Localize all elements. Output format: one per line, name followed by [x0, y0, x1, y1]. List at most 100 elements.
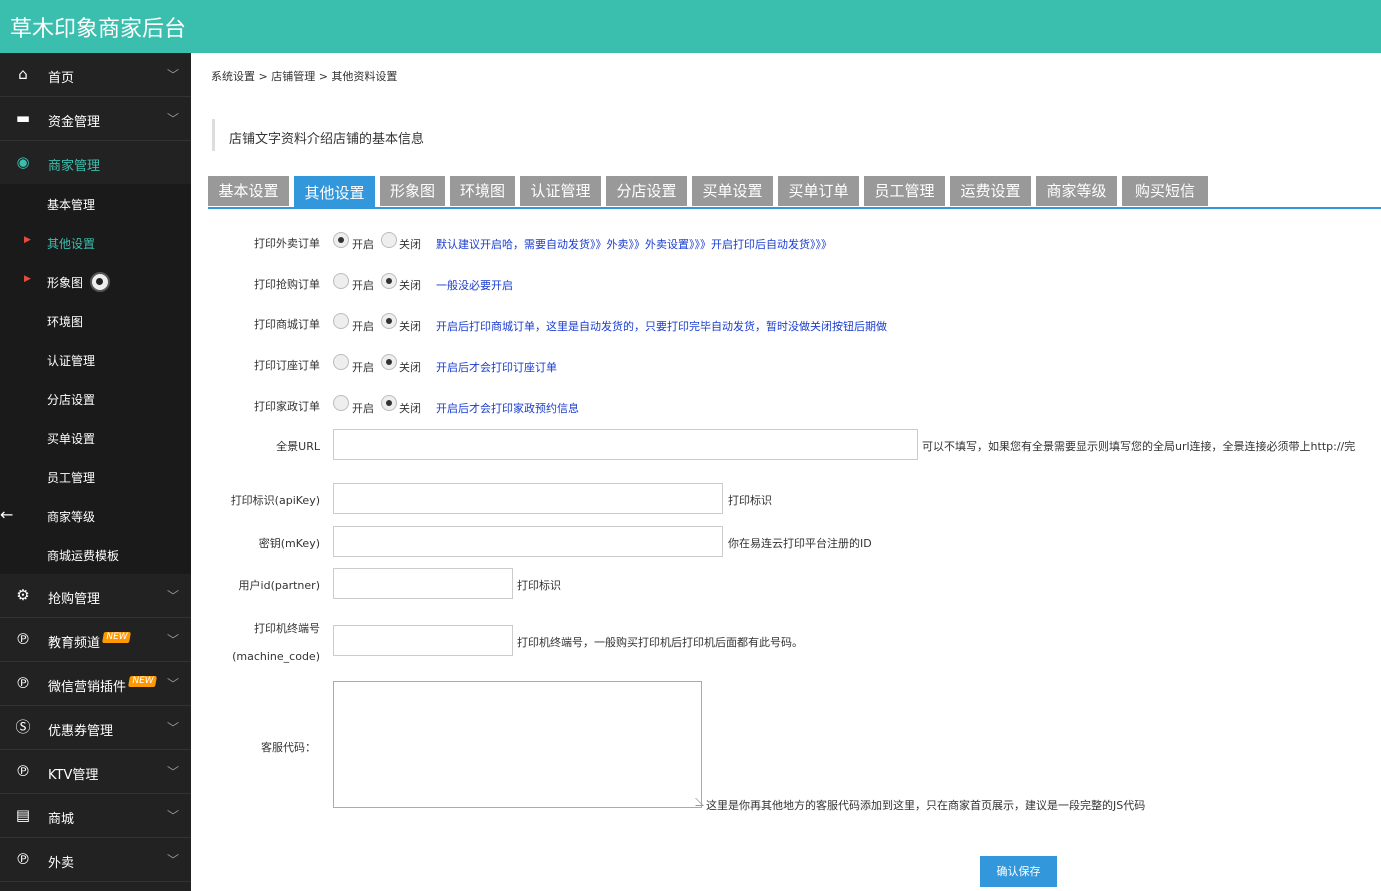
- hint-mall: 开启后打印商城订单，这里是自动发货的，只要打印完毕自动发货，暂时没做关闭按钮后期…: [436, 320, 887, 333]
- mkey-input[interactable]: [333, 526, 723, 557]
- subnav-branch[interactable]: 分店设置: [0, 379, 191, 418]
- radio-label-seat: 打印订座订单: [254, 359, 320, 372]
- apikey-input[interactable]: [333, 483, 723, 514]
- sidebar-item-wechat-plugin[interactable]: ℗ 微信营销插件 NEW ﹀: [0, 662, 191, 706]
- back-arrow-icon[interactable]: ←: [0, 505, 13, 524]
- radio-label-takeout: 打印外卖订单: [254, 237, 320, 250]
- subnav-label: 分店设置: [47, 393, 96, 407]
- home-icon: ⌂: [18, 65, 28, 83]
- sidebar-item-funds[interactable]: ▬ 资金管理 ﹀: [0, 97, 191, 141]
- radio-seat-on[interactable]: [333, 354, 349, 370]
- sidebar-item-takeout[interactable]: ℗ 外卖 ﹀: [0, 838, 191, 882]
- radio-seat-off[interactable]: [381, 354, 397, 370]
- radio-takeout-on[interactable]: [333, 232, 349, 248]
- machine-code-input[interactable]: [333, 625, 513, 656]
- tab-pay-settings[interactable]: 买单设置: [692, 176, 773, 206]
- subnav-other-settings[interactable]: ▶ 其他设置: [0, 223, 191, 262]
- subnav-label: 基本管理: [47, 198, 96, 212]
- sidebar-item-education[interactable]: ℗ 教育频道 NEW ﹀: [0, 618, 191, 662]
- sidebar-item-label: 商城: [48, 812, 75, 827]
- radio-housekeeping-off[interactable]: [381, 395, 397, 411]
- resize-grip-icon[interactable]: [688, 798, 704, 806]
- p-circle-icon: ℗: [15, 630, 31, 648]
- sidebar-item-label: 教育频道 NEW: [48, 632, 132, 651]
- field-label-apikey: 打印标识(apiKey): [230, 494, 320, 507]
- radio-off-text: 关闭: [399, 320, 421, 333]
- tab-sms[interactable]: 购买短信: [1122, 176, 1208, 206]
- panorama-url-input[interactable]: [333, 429, 918, 460]
- save-button[interactable]: 确认保存: [980, 856, 1057, 887]
- sidebar-item-label: 首页: [48, 71, 75, 86]
- subnav-level[interactable]: 商家等级: [0, 496, 191, 535]
- s-circle-icon: Ⓢ: [15, 718, 31, 736]
- subnav-label: 员工管理: [47, 471, 96, 485]
- sidebar-item-flash-sale[interactable]: ⚙ 抢购管理 ﹀: [0, 574, 191, 618]
- tab-image[interactable]: 形象图: [380, 176, 445, 206]
- tab-pay-orders[interactable]: 买单订单: [778, 176, 859, 206]
- radio-mall-off[interactable]: [381, 313, 397, 329]
- caret-right-icon: ▶: [24, 235, 31, 245]
- subnav-image[interactable]: ▶ 形象图: [0, 262, 191, 301]
- tab-shipping[interactable]: 运费设置: [950, 176, 1031, 206]
- radio-on-text: 开启: [352, 320, 374, 333]
- radio-mall-on[interactable]: [333, 313, 349, 329]
- machine-code-note: 打印机终端号，一般购买打印机后打印机后面都有此号码。: [517, 636, 803, 649]
- subnav-staff[interactable]: 员工管理: [0, 457, 191, 496]
- hint-takeout: 默认建议开启哈，需要自动发货》》外卖》》外卖设置》》》开启打印后自动发货》》》: [436, 238, 832, 251]
- subnav-label: 环境图: [47, 315, 84, 329]
- sidebar-item-label: 微信营销插件 NEW: [48, 676, 158, 695]
- radio-flash-on[interactable]: [333, 273, 349, 289]
- radio-off-text: 关闭: [399, 361, 421, 374]
- sidebar-item-home[interactable]: ⌂ 首页 ﹀: [0, 53, 191, 97]
- radio-label-housekeeping: 打印家政订单: [254, 400, 320, 413]
- breadcrumb: 系统设置 > 店铺管理 > 其他资料设置: [211, 70, 398, 83]
- chevron-down-icon: ﹀: [166, 853, 179, 867]
- subnav-cert[interactable]: 认证管理: [0, 340, 191, 379]
- mkey-note: 你在易连云打印平台注册的ID: [728, 537, 872, 550]
- sidebar-item-label: 优惠券管理: [48, 724, 114, 739]
- field-label-machine-code-1: 打印机终端号: [254, 622, 320, 635]
- sidebar-item-mall[interactable]: ▤ 商城 ﹀: [0, 794, 191, 838]
- new-badge: NEW: [128, 676, 158, 687]
- sidebar-item-coupons[interactable]: Ⓢ 优惠券管理 ﹀: [0, 706, 191, 750]
- radio-flash-off[interactable]: [381, 273, 397, 289]
- p-circle-icon: ℗: [15, 762, 31, 780]
- tab-branch[interactable]: 分店设置: [606, 176, 687, 206]
- tab-level[interactable]: 商家等级: [1036, 176, 1117, 206]
- radio-takeout-off[interactable]: [381, 232, 397, 248]
- panorama-note: 可以不填写，如果您有全景需要显示则填写您的全局url连接，全景连接必须带上htt…: [922, 440, 1356, 453]
- subnav-pay[interactable]: 买单设置: [0, 418, 191, 457]
- chevron-down-icon: ﹀: [166, 633, 179, 647]
- radio-on-text: 开启: [352, 279, 374, 292]
- chevron-down-icon: ﹀: [166, 677, 179, 691]
- chevron-down-icon: ﹀: [166, 68, 179, 82]
- chevron-down-icon: ﹀: [166, 112, 179, 126]
- chevron-down-icon: ﹀: [166, 809, 179, 823]
- kefu-code-textarea[interactable]: [333, 681, 704, 808]
- subnav-env[interactable]: 环境图: [0, 301, 191, 340]
- sidebar-item-ktv[interactable]: ℗ KTV管理 ﹀: [0, 750, 191, 794]
- sidebar-item-label: KTV管理: [48, 768, 99, 783]
- sidebar-item-merchant[interactable]: ◉ 商家管理: [0, 141, 191, 185]
- tab-other-settings[interactable]: 其他设置: [294, 176, 375, 209]
- store-icon: ▤: [15, 806, 31, 824]
- radio-off-text: 关闭: [399, 238, 421, 251]
- tab-staff[interactable]: 员工管理: [864, 176, 945, 206]
- top-bar: 草木印象商家后台: [0, 0, 1381, 53]
- radio-label-flash: 打印抢购订单: [254, 278, 320, 291]
- tab-env[interactable]: 环境图: [450, 176, 515, 206]
- subnav-label: 买单设置: [47, 432, 96, 446]
- partner-input[interactable]: [333, 568, 513, 599]
- section-title: 店铺文字资料介绍店铺的基本信息: [212, 119, 424, 151]
- subnav-shipping[interactable]: 商城运费模板: [0, 535, 191, 574]
- subnav-label: 商家等级: [47, 510, 96, 524]
- radio-housekeeping-on[interactable]: [333, 395, 349, 411]
- tab-basic[interactable]: 基本设置: [208, 176, 289, 206]
- sidebar-item-label: 外卖: [48, 856, 75, 871]
- subnav-basic[interactable]: 基本管理: [0, 184, 191, 223]
- gear-icon: ⚙: [16, 586, 30, 604]
- tab-cert[interactable]: 认证管理: [520, 176, 601, 206]
- radio-on-text: 开启: [352, 402, 374, 415]
- chevron-down-icon: ﹀: [166, 765, 179, 779]
- field-label-partner: 用户id(partner): [238, 579, 320, 592]
